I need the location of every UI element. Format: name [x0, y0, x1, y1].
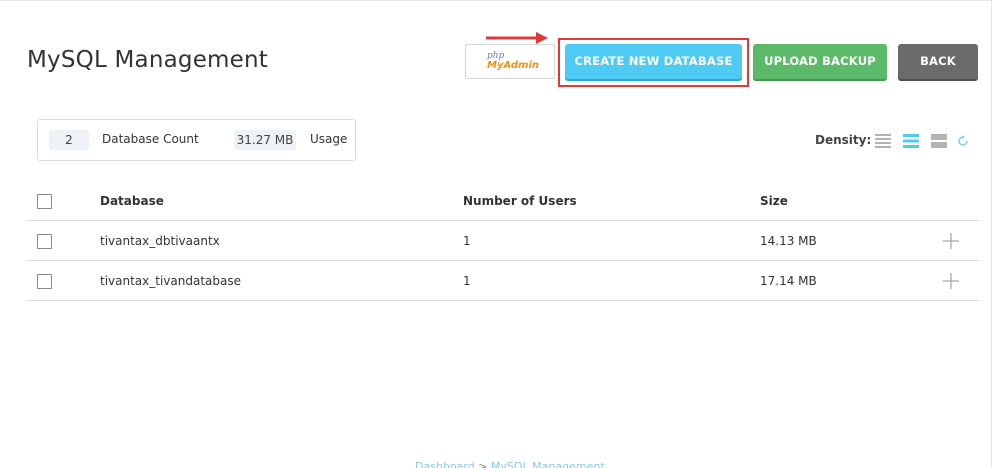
- database-name: tivantax_tivandatabase: [100, 274, 241, 288]
- row-checkbox[interactable]: [37, 274, 52, 289]
- column-header-database[interactable]: Database: [100, 194, 164, 208]
- database-size: 14.13 MB: [760, 234, 817, 248]
- density-normal-icon[interactable]: [903, 133, 919, 149]
- back-button[interactable]: BACK: [898, 44, 978, 79]
- select-all-checkbox[interactable]: [37, 194, 52, 209]
- database-count-value: 2: [49, 130, 89, 150]
- table-row: tivantax_tivandatabase 1 17.14 MB: [26, 261, 979, 301]
- table-header-row: Database Number of Users Size: [26, 181, 979, 221]
- breadcrumb: Dashboard > MySQL Management: [415, 460, 605, 468]
- density-compact-icon[interactable]: [875, 133, 891, 149]
- user-count: 1: [463, 274, 471, 288]
- table-row: tivantax_dbtivaantx 1 14.13 MB: [26, 221, 979, 261]
- row-checkbox[interactable]: [37, 234, 52, 249]
- database-count-label: Database Count: [102, 132, 199, 146]
- refresh-icon[interactable]: [957, 135, 969, 147]
- database-name: tivantax_dbtivaantx: [100, 234, 220, 248]
- phpmyadmin-button[interactable]: php MyAdmin: [465, 44, 555, 79]
- expand-plus-icon[interactable]: [943, 233, 959, 249]
- breadcrumb-home-link[interactable]: Dashboard: [415, 460, 475, 468]
- stats-panel: 2 Database Count 31.27 MB Usage: [37, 119, 356, 161]
- density-comfortable-icon[interactable]: [931, 133, 947, 149]
- column-header-size[interactable]: Size: [760, 194, 788, 208]
- database-size: 17.14 MB: [760, 274, 817, 288]
- usage-value: 31.27 MB: [234, 130, 296, 150]
- density-label: Density:: [815, 133, 872, 147]
- annotation-arrow-icon: [486, 32, 548, 44]
- database-table: Database Number of Users Size tivantax_d…: [26, 181, 979, 301]
- column-header-users[interactable]: Number of Users: [463, 194, 577, 208]
- page-title: MySQL Management: [27, 47, 268, 73]
- expand-plus-icon[interactable]: [943, 273, 959, 289]
- breadcrumb-current[interactable]: MySQL Management: [491, 460, 605, 468]
- user-count: 1: [463, 234, 471, 248]
- breadcrumb-separator: >: [478, 460, 488, 468]
- upload-backup-button[interactable]: UPLOAD BACKUP: [753, 44, 887, 79]
- create-new-database-button[interactable]: CREATE NEW DATABASE: [565, 44, 742, 79]
- usage-label: Usage: [310, 132, 348, 146]
- phpmyadmin-logo-myadmin: MyAdmin: [487, 60, 540, 71]
